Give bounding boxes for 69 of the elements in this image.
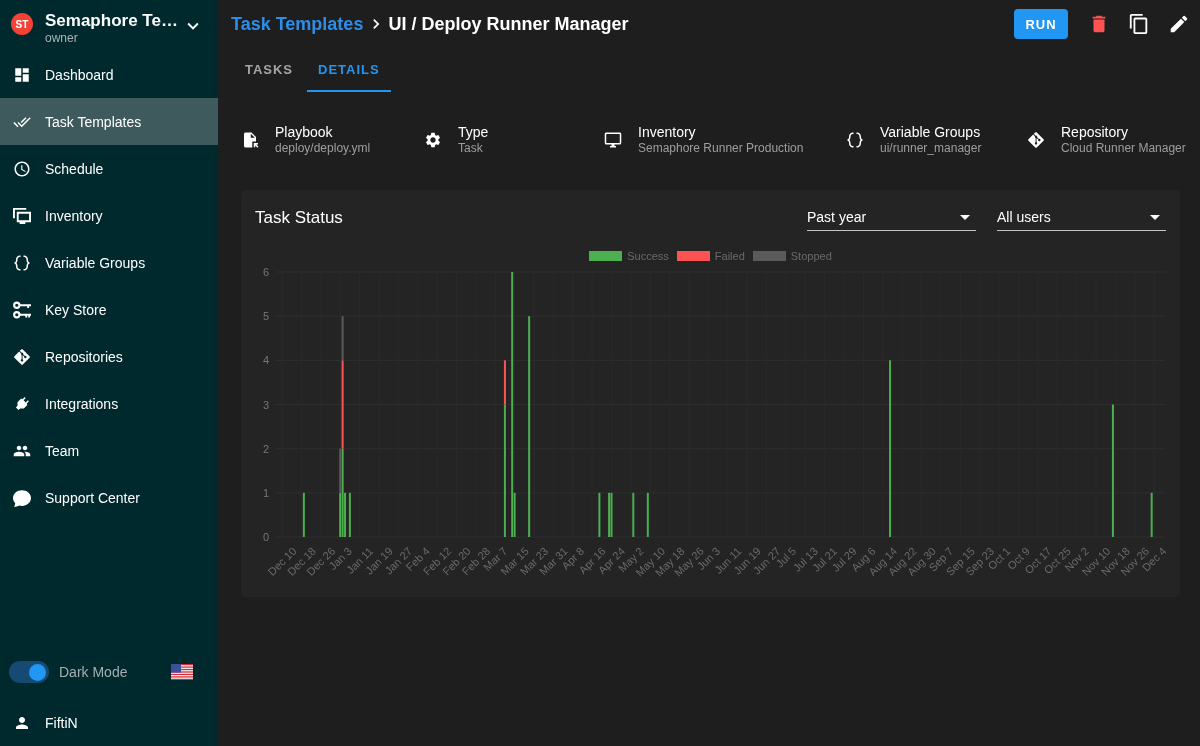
legend-label: Stopped bbox=[790, 250, 832, 262]
y-axis-label: 1 bbox=[262, 486, 269, 499]
user-menu-item[interactable]: FiftiN bbox=[0, 700, 218, 746]
dark-mode-label: Dark Mode bbox=[59, 664, 128, 680]
y-axis-label: 5 bbox=[262, 310, 269, 323]
tab[interactable]: TASKS bbox=[231, 48, 307, 92]
chat-icon bbox=[13, 488, 31, 507]
gear-icon bbox=[424, 131, 442, 149]
detail-label: Repository bbox=[1061, 124, 1129, 141]
nav-item[interactable]: Repositories bbox=[0, 333, 218, 380]
clock-icon bbox=[13, 159, 31, 178]
detail-label: Inventory bbox=[638, 124, 697, 141]
user-icon bbox=[13, 714, 31, 732]
git-icon bbox=[1027, 131, 1045, 149]
pencil-icon bbox=[1168, 13, 1190, 35]
tab[interactable]: DETAILS bbox=[307, 48, 391, 92]
nav-item[interactable]: Key Store bbox=[0, 286, 218, 333]
curly-braces-icon bbox=[846, 131, 864, 149]
detail-value: ui/runner_manager bbox=[880, 141, 982, 156]
user-select[interactable]: All users bbox=[997, 204, 1166, 231]
monitors-icon bbox=[13, 206, 31, 225]
y-axis-label: 3 bbox=[262, 398, 269, 411]
project-avatar: ST bbox=[11, 13, 33, 35]
legend-label: Failed bbox=[714, 250, 745, 262]
stopped-bar bbox=[341, 316, 344, 361]
y-axis-label: 4 bbox=[262, 354, 269, 367]
dashboard-icon bbox=[13, 65, 31, 84]
nav-item[interactable]: Support Center bbox=[0, 474, 218, 521]
nav-item[interactable]: Dashboard bbox=[0, 51, 218, 98]
nav-item[interactable]: Schedule bbox=[0, 145, 218, 192]
project-name: Semaphore Te… bbox=[45, 11, 178, 31]
keys-icon bbox=[13, 300, 31, 319]
nav-item[interactable]: Variable Groups bbox=[0, 239, 218, 286]
dark-mode-switch[interactable] bbox=[9, 661, 49, 683]
success-bar bbox=[1150, 492, 1153, 537]
flag-icon[interactable] bbox=[171, 664, 193, 680]
nav-item[interactable]: Integrations bbox=[0, 380, 218, 427]
caret-icon bbox=[960, 214, 970, 220]
legend-label: Success bbox=[627, 250, 669, 262]
detail-value: deploy/deploy.yml bbox=[275, 141, 371, 156]
caret-icon bbox=[1150, 214, 1160, 220]
stopped-bar bbox=[339, 448, 342, 493]
failed-bar bbox=[503, 360, 506, 405]
monitor-icon bbox=[604, 131, 622, 149]
detail-value: Cloud Runner Manager bbox=[1061, 141, 1186, 156]
success-bar bbox=[632, 492, 635, 537]
detail-value: Semaphore Runner Production bbox=[638, 141, 804, 156]
detail-label: Variable Groups bbox=[880, 124, 982, 141]
breadcrumb-link[interactable]: Task Templates bbox=[231, 13, 364, 35]
detail-value: Task bbox=[458, 141, 484, 156]
file-icon bbox=[241, 131, 259, 149]
success-bar bbox=[302, 492, 305, 537]
y-axis-label: 6 bbox=[262, 266, 269, 278]
y-axis-label: 0 bbox=[262, 531, 269, 543]
success-bar bbox=[598, 492, 601, 537]
card-title: Task Status bbox=[255, 207, 343, 229]
detail-label: Playbook bbox=[275, 124, 334, 141]
y-axis-label: 2 bbox=[262, 442, 269, 455]
curly-braces-icon bbox=[13, 253, 31, 272]
copy-icon bbox=[1128, 13, 1150, 35]
nav-item[interactable]: Inventory bbox=[0, 192, 218, 239]
success-bar bbox=[646, 492, 649, 537]
detail-label: Type bbox=[458, 124, 489, 141]
nav-item[interactable]: Team bbox=[0, 427, 218, 474]
nav-item[interactable]: Task Templates bbox=[0, 98, 218, 145]
git-icon bbox=[13, 347, 31, 366]
page-title: UI / Deploy Runner Manager bbox=[388, 13, 629, 35]
project-role: owner bbox=[45, 31, 79, 46]
period-select[interactable]: Past year bbox=[807, 204, 976, 231]
